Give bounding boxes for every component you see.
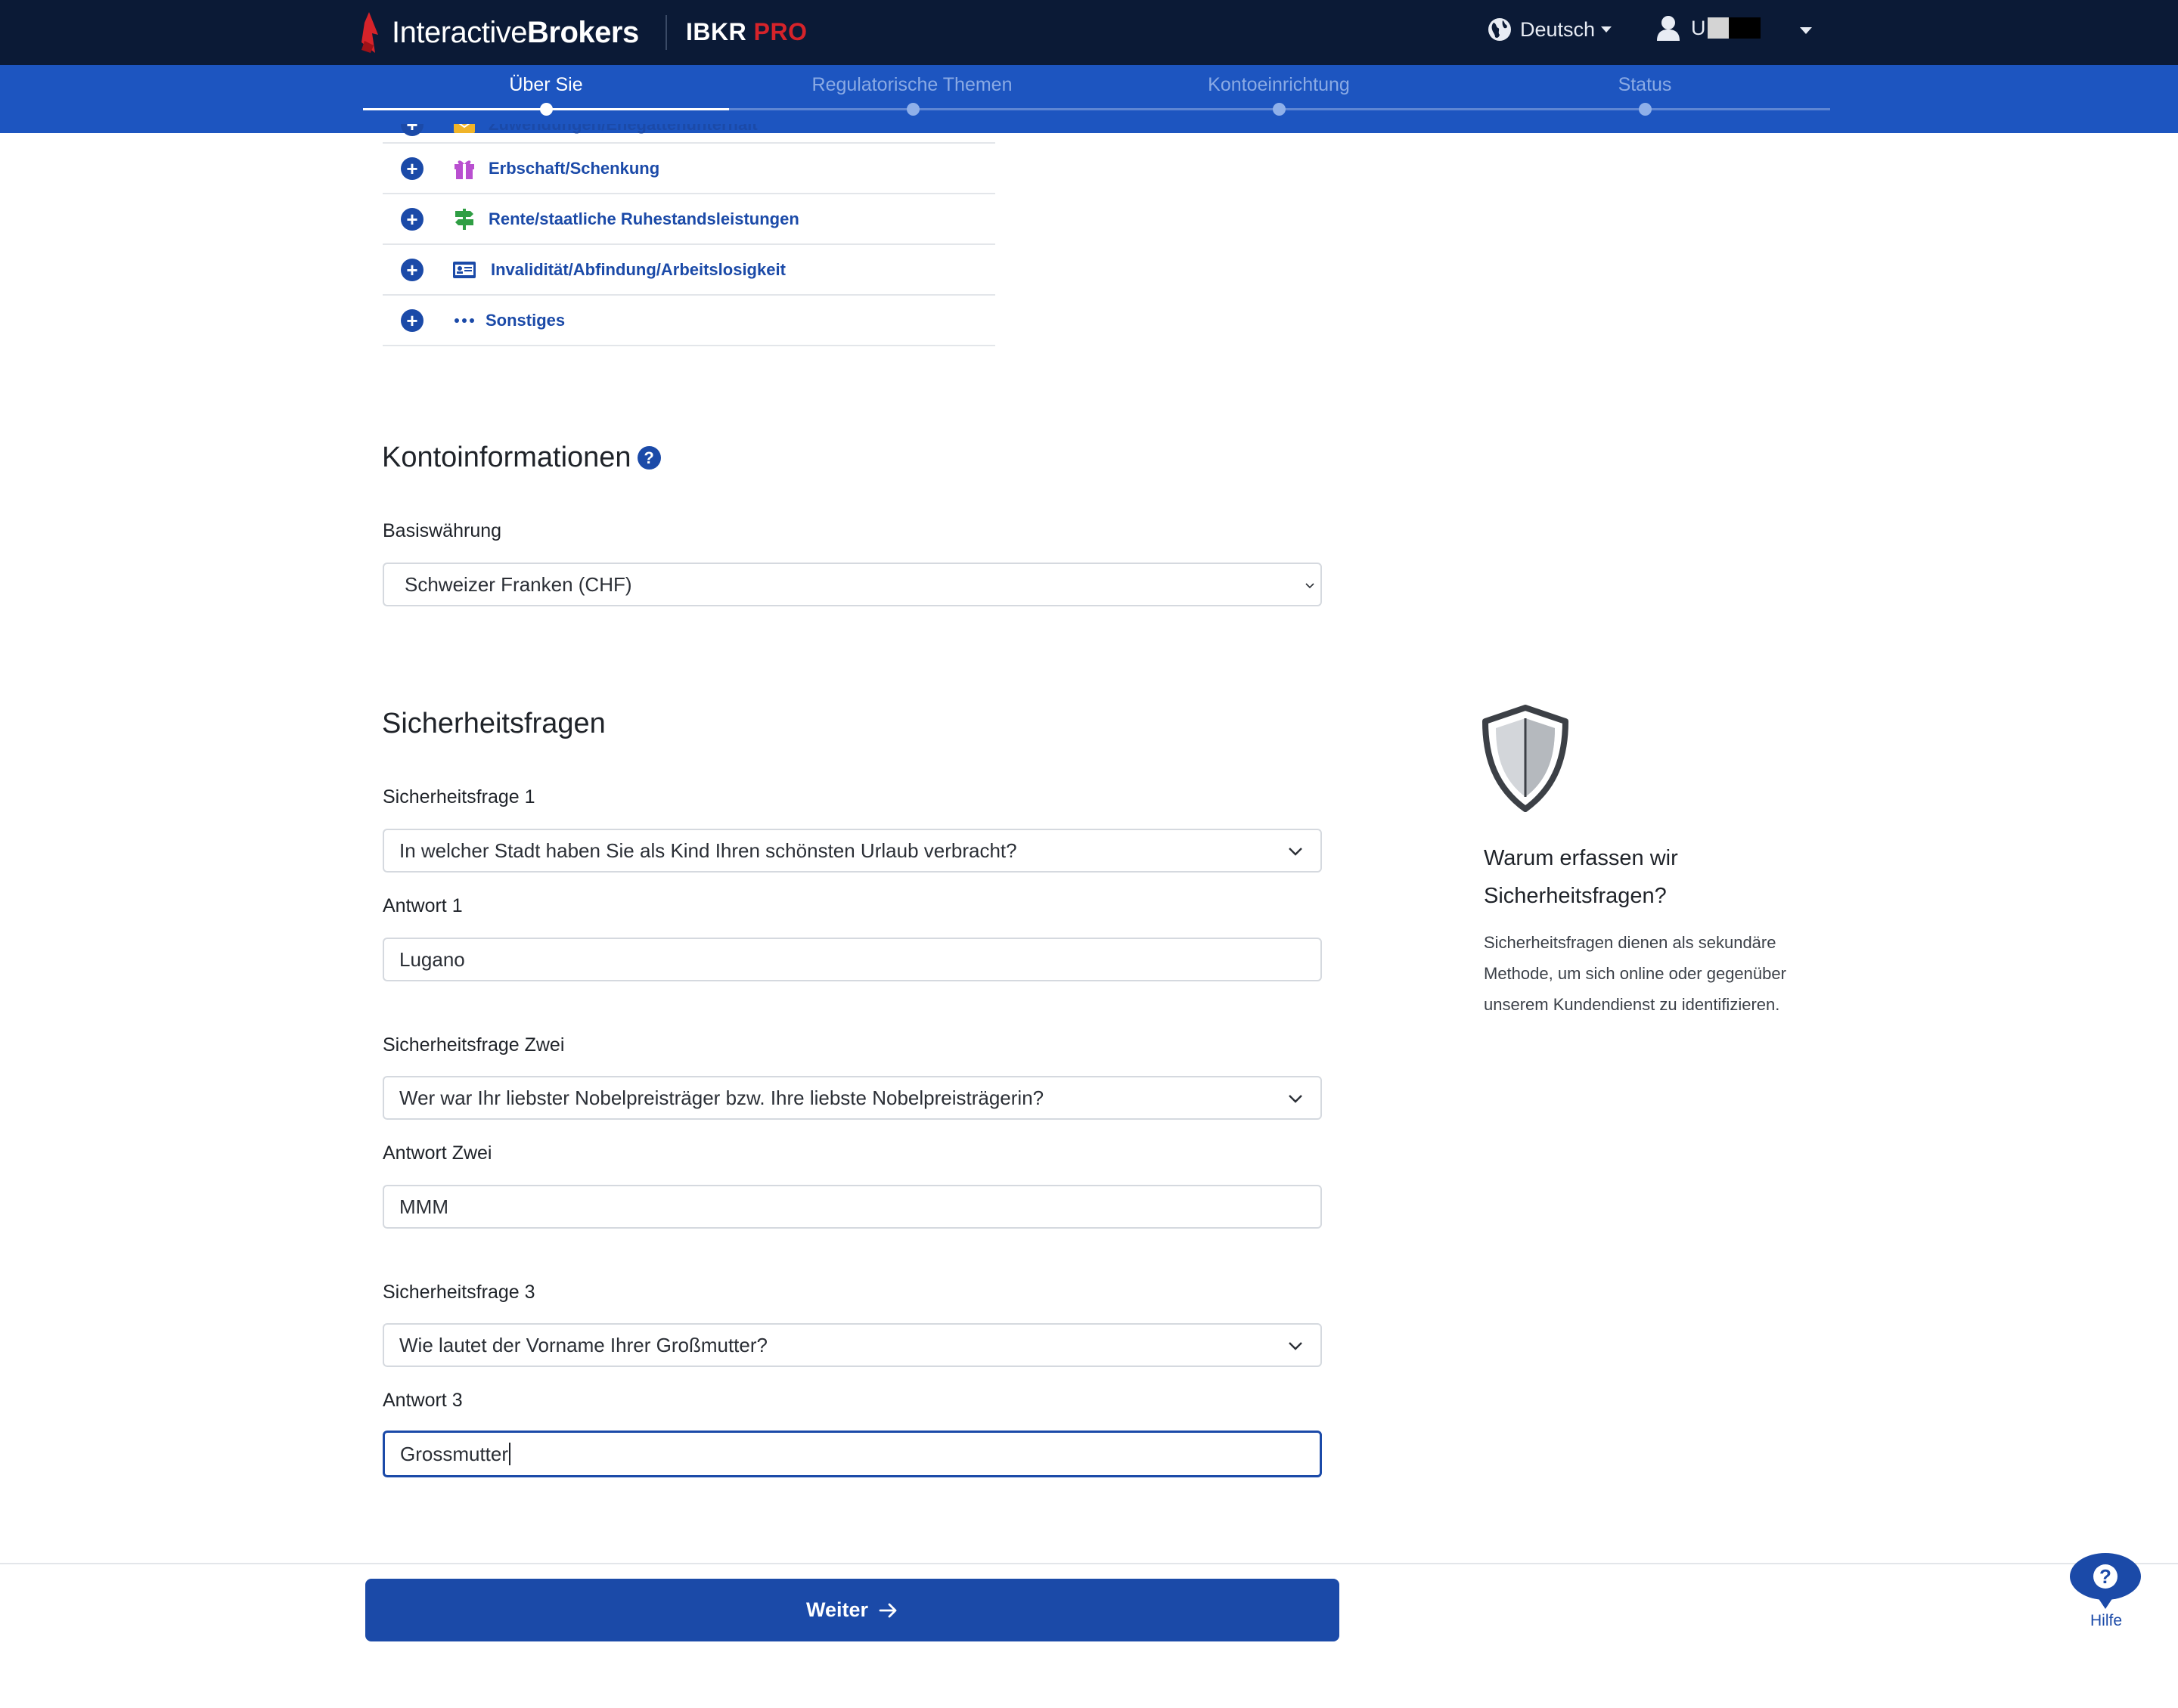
step-dot-kontoeinrichtung	[1273, 103, 1286, 116]
user-menu-chevron-icon[interactable]	[1800, 27, 1812, 34]
brand-bold-text: Brokers	[527, 15, 639, 49]
step-regulatorische-themen: Regulatorische Themen	[811, 74, 1013, 95]
shield-icon	[1482, 705, 1568, 812]
help-chat-button[interactable]: ?	[2069, 1551, 2142, 1609]
security-info-title: Warum erfassen wir Sicherheitsfragen?	[1484, 846, 1678, 908]
language-selector[interactable]: Deutsch	[1487, 17, 1612, 42]
redacted-username-dark	[1728, 17, 1761, 39]
security-question-3-select[interactable]: Wie lautet der Vorname Ihrer Großmutter?	[383, 1323, 1322, 1367]
security-question-2-select[interactable]: Wer war Ihr liebster Nobelpreisträger bz…	[383, 1076, 1322, 1120]
income-source-label: Erbschaft/Schenkung	[489, 158, 660, 178]
answer-2-input[interactable]: MMM	[383, 1185, 1322, 1229]
expand-plus-icon[interactable]: +	[401, 124, 424, 136]
step-dot-status	[1639, 103, 1652, 116]
chevron-down-icon	[1305, 583, 1314, 589]
base-currency-select[interactable]: Schweizer Franken (CHF)	[383, 563, 1322, 606]
brand-light-text: Interactive	[392, 15, 528, 49]
security-question-1-value: In welcher Stadt haben Sie als Kind Ihre…	[399, 839, 1017, 862]
more-dots-icon	[455, 318, 474, 323]
answer-1-value: Lugano	[399, 947, 465, 971]
security-questions-title: Sicherheitsfragen	[382, 708, 606, 739]
security-info-text: Sicherheitsfragen dienen als sekundäre M…	[1484, 933, 1786, 1014]
user-menu[interactable]: U	[1656, 15, 1761, 41]
help-question-icon: ?	[2099, 1565, 2111, 1588]
footer-divider	[0, 1563, 2178, 1564]
envelope-icon	[454, 124, 475, 133]
step-ueber-sie[interactable]: Über Sie	[363, 74, 729, 96]
answer-2-label: Antwort Zwei	[383, 1142, 492, 1164]
onboarding-progress: Über Sie Regulatorische Themen Kontoeinr…	[0, 65, 2178, 133]
ibkr-pro-label: IBKR PRO	[686, 18, 807, 46]
user-initial: U	[1691, 16, 1706, 39]
step-dot-ueber-sie	[540, 103, 553, 116]
step-dot-regulatorische-themen	[907, 103, 920, 116]
top-navigation-bar: InteractiveBrokers IBKR PRO Deutsch U	[0, 0, 2178, 65]
help-label[interactable]: Hilfe	[2080, 1612, 2133, 1630]
product-suffix: PRO	[753, 18, 808, 45]
globe-icon	[1488, 18, 1511, 41]
income-source-row[interactable]: + Zuwendungen/Ehegattenunterhalt	[383, 124, 995, 144]
security-question-3-label: Sicherheitsfrage 3	[383, 1282, 535, 1303]
answer-3-input[interactable]: Grossmutter	[383, 1431, 1322, 1477]
next-button[interactable]: Weiter	[365, 1579, 1339, 1641]
step-kontoeinrichtung: Kontoeinrichtung	[1208, 74, 1350, 95]
chevron-down-icon	[1601, 26, 1612, 33]
income-source-row[interactable]: + Erbschaft/Schenkung	[383, 144, 995, 194]
help-question-icon[interactable]: ?	[637, 446, 661, 470]
income-source-label: Rente/staatliche Ruhestandsleistungen	[489, 209, 799, 228]
income-source-label: Invalidität/Abfindung/Arbeitslosigkeit	[491, 259, 786, 279]
base-currency-value: Schweizer Franken (CHF)	[405, 572, 632, 596]
answer-1-label: Antwort 1	[383, 895, 463, 916]
next-button-label: Weiter	[805, 1598, 869, 1621]
chevron-down-icon	[1289, 1342, 1302, 1350]
account-info-title: Kontoinformationen	[382, 442, 631, 473]
product-name: IBKR	[686, 18, 747, 45]
base-currency-label: Basiswährung	[383, 520, 502, 541]
language-label: Deutsch	[1520, 17, 1596, 41]
brokers-flame-icon	[361, 12, 378, 53]
arrow-right-icon	[879, 1603, 897, 1617]
signpost-icon	[455, 208, 473, 230]
income-source-row[interactable]: + Invalidität/Abfindung/Arbeitslosigkeit	[383, 245, 995, 296]
security-question-1-label: Sicherheitsfrage 1	[383, 786, 535, 808]
income-source-row[interactable]: + Rente/staatliche Ruhestandsleistungen	[383, 194, 995, 245]
security-question-2-value: Wer war Ihr liebster Nobelpreisträger bz…	[399, 1086, 1044, 1109]
step-status: Status	[1618, 74, 1672, 95]
interactive-brokers-logo[interactable]: InteractiveBrokers	[361, 9, 639, 56]
answer-2-value: MMM	[399, 1195, 448, 1218]
text-cursor	[509, 1443, 511, 1465]
answer-1-input[interactable]: Lugano	[383, 938, 1322, 981]
id-card-icon	[453, 261, 476, 278]
income-sources-list: + Zuwendungen/Ehegattenunterhalt + Erbsc…	[383, 124, 995, 346]
expand-plus-icon[interactable]: +	[401, 308, 424, 332]
security-question-1-select[interactable]: In welcher Stadt haben Sie als Kind Ihre…	[383, 829, 1322, 873]
income-source-label: Zuwendungen/Ehegattenunterhalt	[489, 124, 758, 134]
answer-3-value: Grossmutter	[400, 1442, 509, 1465]
expand-plus-icon[interactable]: +	[401, 258, 424, 281]
security-question-2-label: Sicherheitsfrage Zwei	[383, 1034, 565, 1055]
answer-3-label: Antwort 3	[383, 1390, 463, 1411]
expand-plus-icon[interactable]: +	[401, 207, 424, 231]
gift-icon	[455, 160, 474, 179]
account-info-heading: Kontoinformationen?	[382, 442, 661, 474]
chevron-down-icon	[1289, 848, 1302, 856]
security-question-3-value: Wie lautet der Vorname Ihrer Großmutter?	[399, 1333, 768, 1356]
chevron-down-icon	[1289, 1095, 1302, 1103]
income-source-label: Sonstiges	[486, 310, 566, 330]
expand-plus-icon[interactable]: +	[401, 157, 424, 180]
logo-divider	[666, 15, 667, 50]
user-icon	[1657, 16, 1680, 41]
income-source-row[interactable]: + Sonstiges	[383, 296, 995, 346]
redacted-username	[1707, 17, 1729, 39]
